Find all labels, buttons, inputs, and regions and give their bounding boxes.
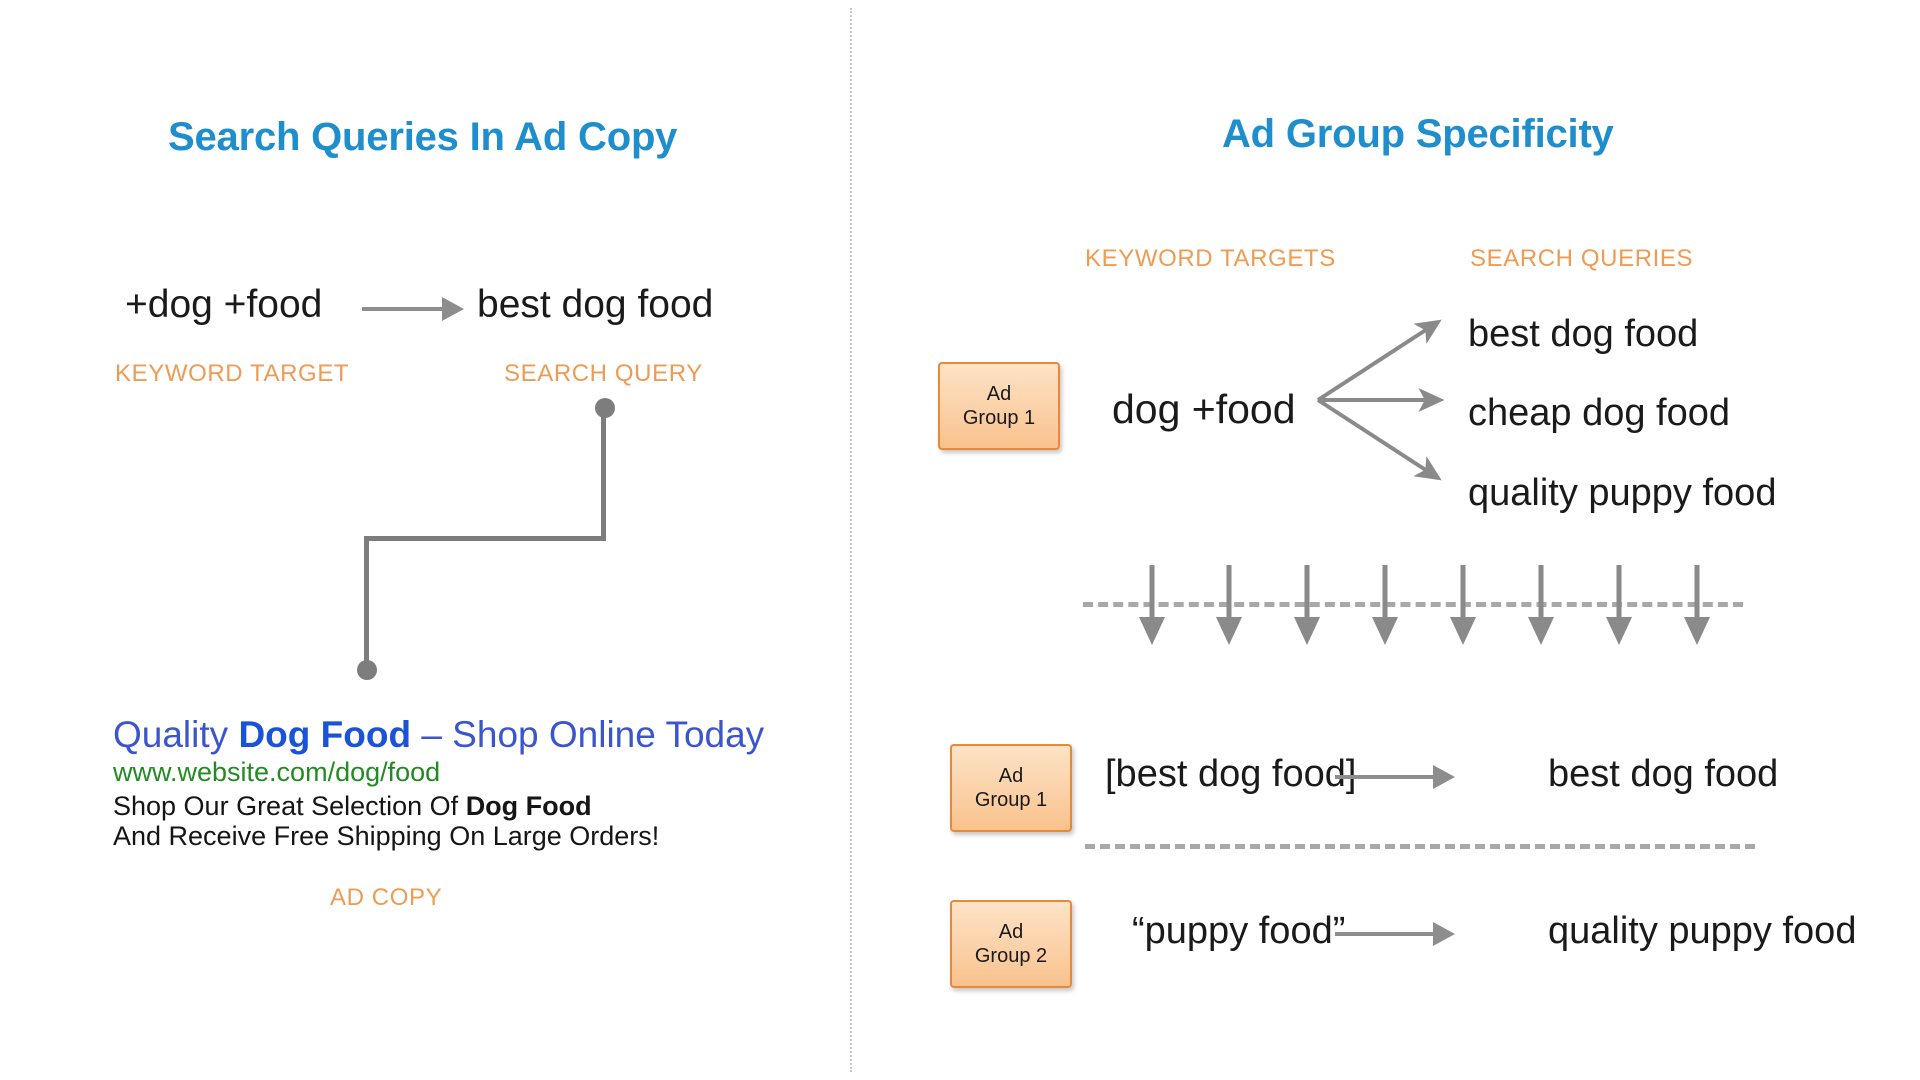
ad-description-line-2: And Receive Free Shipping On Large Order… [113, 821, 660, 851]
ad-group-box-line2: Group 1 [962, 407, 1036, 429]
keyword-to-query-arrow-icon [362, 294, 464, 324]
ad-headline-prefix: Quality [113, 714, 239, 755]
ad-copy-label: AD COPY [330, 884, 443, 911]
ad-group-box-line1: Ad [986, 382, 1012, 405]
specific-keyword-1: [best dog food] [1105, 753, 1357, 795]
transition-arrow-4 [1372, 565, 1398, 647]
ad-group-box-line1: Ad [998, 920, 1024, 943]
ad-group-box-line2: Group 2 [974, 945, 1048, 967]
broad-query-3: quality puppy food [1468, 472, 1777, 514]
ad-description-prefix: Shop Our Great Selection Of [113, 791, 466, 821]
transition-arrow-8 [1684, 565, 1710, 647]
broad-query-2: cheap dog food [1468, 392, 1731, 434]
ad-headline: Quality Dog Food – Shop Online Today [113, 714, 764, 756]
ad-group-box-line1: Ad [998, 764, 1024, 787]
transition-dashed-line [1083, 602, 1743, 607]
ad-headline-bold: Dog Food [238, 714, 412, 755]
left-panel-title: Search Queries In Ad Copy [168, 115, 678, 159]
specific-query-1: best dog food [1548, 753, 1779, 795]
search-queries-column-label: SEARCH QUERIES [1470, 245, 1694, 272]
left-search-query-label: SEARCH QUERY [504, 360, 703, 387]
ad-group-box-line2: Group 1 [974, 789, 1048, 811]
transition-arrow-3 [1294, 565, 1320, 647]
keyword-targets-column-label: KEYWORD TARGETS [1085, 245, 1336, 272]
broad-query-1: best dog food [1468, 313, 1699, 355]
ad-display-url: www.website.com/dog/food [113, 757, 441, 787]
ad-description-bold: Dog Food [465, 791, 592, 821]
left-keyword-target-label: KEYWORD TARGET [115, 360, 350, 387]
specific-query-2: quality puppy food [1548, 910, 1857, 952]
right-panel-title: Ad Group Specificity [1222, 112, 1614, 156]
connector-segment-horizontal [364, 536, 606, 541]
ad-group-box-broad[interactable]: Ad Group 1 [938, 362, 1060, 450]
ad-group-separator-line [1085, 844, 1755, 849]
transition-arrow-5 [1450, 565, 1476, 647]
specific-keyword-2: “puppy food” [1132, 910, 1346, 952]
specific-arrow-1-icon [1335, 762, 1455, 792]
broad-keyword-text: dog +food [1112, 386, 1296, 432]
left-search-query-text: best dog food [477, 283, 714, 326]
connector-segment-vertical-top [601, 408, 606, 539]
specific-arrow-2-icon [1335, 919, 1455, 949]
transition-arrow-2 [1216, 565, 1242, 647]
transition-arrow-7 [1606, 565, 1632, 647]
connector-end-dot [357, 660, 377, 680]
transition-arrow-1 [1139, 565, 1165, 647]
transition-arrow-6 [1528, 565, 1554, 647]
ad-group-box-specific-2[interactable]: Ad Group 2 [950, 900, 1072, 988]
panel-divider [850, 8, 852, 1072]
infographic-canvas: Search Queries In Ad Copy +dog +food bes… [0, 0, 1920, 1080]
left-keyword-target-text: +dog +food [125, 283, 323, 326]
ad-headline-suffix: – Shop Online Today [411, 714, 765, 755]
ad-group-box-specific-1[interactable]: Ad Group 1 [950, 744, 1072, 832]
connector-segment-vertical-bottom [364, 536, 369, 668]
fan-out-arrows-icon [1316, 319, 1445, 481]
ad-description-line-1: Shop Our Great Selection Of Dog Food [113, 791, 592, 822]
